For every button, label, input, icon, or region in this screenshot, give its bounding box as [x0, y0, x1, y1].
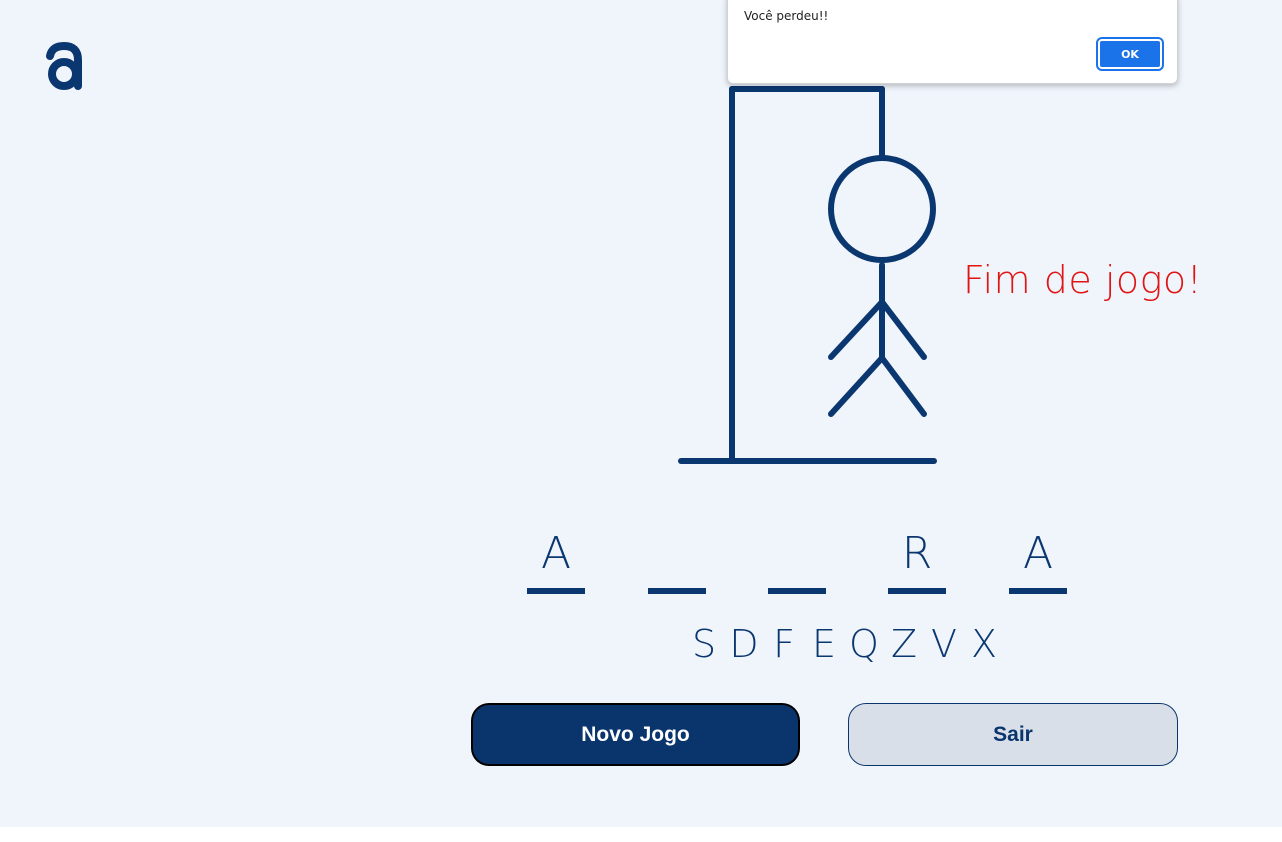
word-slot-underline — [768, 588, 826, 594]
wrong-letter: V — [931, 622, 957, 666]
word-slot-underline — [648, 588, 706, 594]
alert-dialog: Você perdeu!! OK — [727, 0, 1178, 84]
word-slot — [648, 528, 706, 598]
word-slot: A — [527, 528, 585, 598]
hangman-head — [828, 155, 936, 263]
word-slot-letter: A — [540, 528, 572, 579]
alert-ok-button[interactable]: OK — [1096, 37, 1164, 71]
wrong-letter: Q — [849, 622, 879, 666]
wrong-letters-list: S D F E Q Z V X — [684, 622, 1004, 666]
hangman-left-leg — [828, 355, 885, 417]
hangman-right-leg — [879, 355, 927, 417]
alert-message: Você perdeu!! — [744, 9, 829, 23]
hangman-right-arm — [879, 299, 927, 360]
wrong-letter: S — [691, 622, 717, 666]
game-screen: Fim de jogo! A R A S D F E Q Z V X Novo … — [0, 0, 1282, 827]
word-slot — [768, 528, 826, 598]
wrong-letter: D — [729, 622, 759, 666]
game-over-message: Fim de jogo! — [963, 258, 1203, 302]
wrong-letter: F — [773, 622, 795, 666]
word-slot-letter: R — [901, 528, 933, 579]
wrong-letter: X — [970, 622, 998, 666]
exit-button[interactable]: Sair — [848, 703, 1178, 766]
new-game-button[interactable]: Novo Jogo — [471, 703, 800, 766]
word-slot-underline — [888, 588, 946, 594]
word-slot: R — [888, 528, 946, 598]
word-slot-underline — [1009, 588, 1067, 594]
wrong-letter: E — [811, 622, 836, 666]
hangman-left-arm — [828, 299, 885, 360]
word-slot: A — [1009, 528, 1067, 598]
word-slot-letter: A — [1022, 528, 1054, 579]
word-slot-underline — [527, 588, 585, 594]
wrong-letter: Z — [890, 622, 918, 666]
